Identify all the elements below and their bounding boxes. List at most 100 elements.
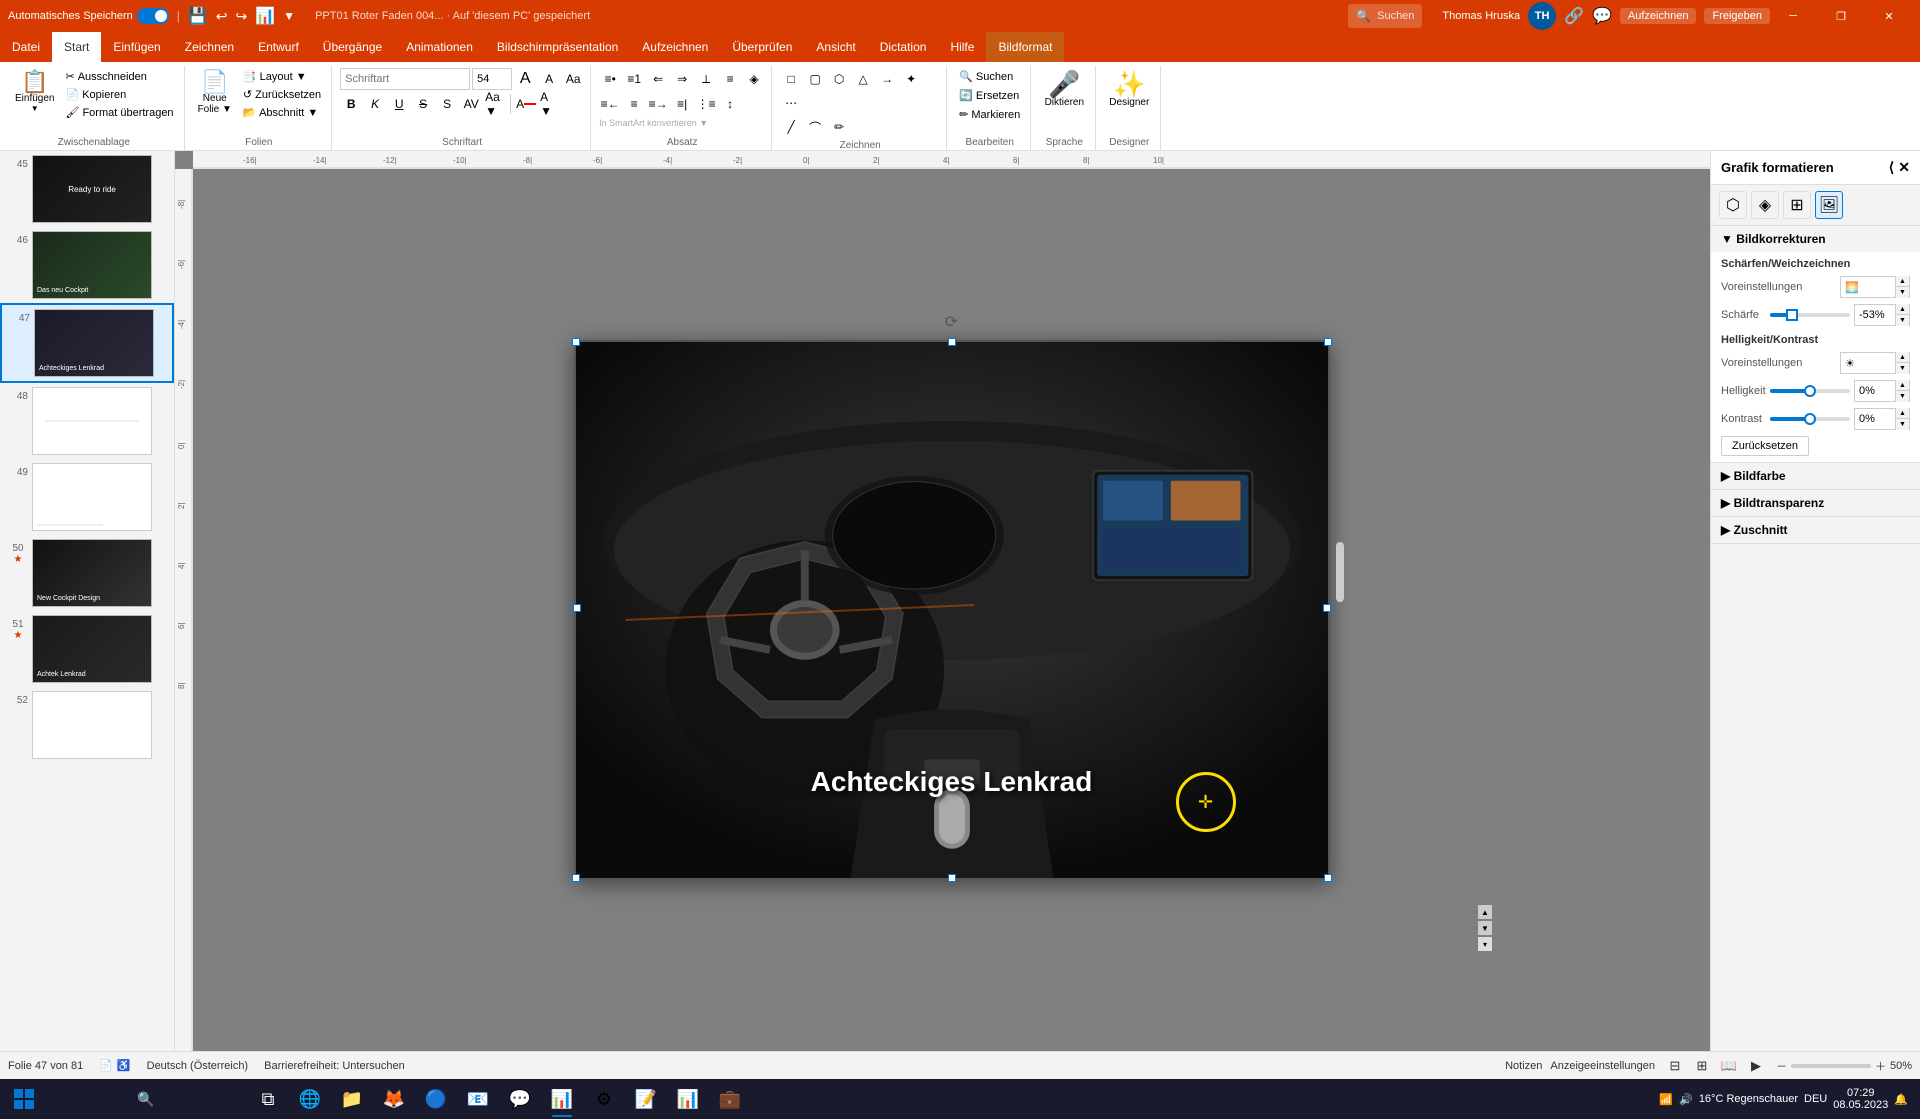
zuruecksetzen-button[interactable]: ↺ Zurücksetzen (239, 86, 325, 103)
suchen-button[interactable]: 🔍 Suchen (955, 68, 1017, 85)
kontrast-arrows[interactable]: ▲ ▼ (1895, 408, 1909, 430)
ersetzen-button[interactable]: 🔄 Ersetzen (955, 87, 1023, 104)
font-size-increase[interactable]: A (514, 68, 536, 90)
redo-icon[interactable]: ↪ (236, 8, 248, 25)
zoom-plus-btn[interactable]: ＋ (1875, 1058, 1886, 1074)
handle-top-mid[interactable] (948, 338, 956, 346)
tab-uebergaenge[interactable]: Übergänge (311, 32, 394, 62)
slide-item-50[interactable]: 50★ New Cockpit Design (0, 535, 174, 611)
taskbar-clock[interactable]: 07:29 08.05.2023 (1833, 1087, 1888, 1111)
undo-icon[interactable]: ↩ (216, 8, 228, 25)
line-spacing-button[interactable]: ↕ (719, 93, 741, 115)
normal-view-btn[interactable]: ⊟ (1663, 1054, 1687, 1078)
tab-ansicht[interactable]: Ansicht (804, 32, 867, 62)
indent-increase-button[interactable]: ⇒ (671, 68, 693, 90)
taskbar-edge[interactable]: 🌐 (290, 1079, 330, 1119)
quick-access-more[interactable]: ▼ (283, 9, 295, 23)
taskbar-chrome[interactable]: 🔵 (416, 1079, 456, 1119)
format-uebertragen-button[interactable]: 🖌 Format übertragen (61, 104, 177, 121)
restore-button[interactable]: ❐ (1818, 0, 1864, 32)
reading-view-btn[interactable]: 📖 (1717, 1054, 1741, 1078)
comments-icon[interactable]: 💬 (1592, 6, 1612, 26)
char-spacing-button[interactable]: AV (460, 93, 482, 115)
taskbar-explorer[interactable]: 📁 (332, 1079, 372, 1119)
panel-collapse-btn[interactable]: ⟨ (1889, 159, 1894, 176)
reset-button[interactable]: Zurücksetzen (1721, 436, 1809, 456)
notes-btn[interactable]: Notizen (1505, 1060, 1542, 1072)
star-shape[interactable]: ✦ (900, 68, 922, 90)
handle-left-mid[interactable] (573, 604, 581, 612)
share-icon[interactable]: 🔗 (1564, 6, 1584, 26)
cylinder-shape[interactable]: ⬡ (828, 68, 850, 90)
panel-icon-effects[interactable]: ◈ (1751, 191, 1779, 219)
ausschneiden-button[interactable]: ✂ Ausschneiden (61, 68, 177, 85)
panel-icon-shape[interactable]: ⬡ (1719, 191, 1747, 219)
taskbar-app-9[interactable]: ⚙ (584, 1079, 624, 1119)
text-align-button[interactable]: ≡ (719, 68, 741, 90)
schaerfe-thumb[interactable] (1786, 309, 1798, 321)
draw-arc[interactable]: ⌒ (804, 116, 826, 138)
font-name-input[interactable] (340, 68, 470, 90)
kontrast-down[interactable]: ▼ (1895, 419, 1909, 430)
smartart-button[interactable]: ◈ (743, 68, 765, 90)
zoom-minus-btn[interactable]: － (1776, 1058, 1787, 1074)
slide-item-52[interactable]: 52 (0, 687, 174, 763)
taskbar-app-10[interactable]: 📝 (626, 1079, 666, 1119)
taskbar-outlook[interactable]: 📧 (458, 1079, 498, 1119)
schaerfe-down[interactable]: ▼ (1895, 315, 1909, 326)
align-center-button[interactable]: ≡ (623, 93, 645, 115)
slide-item-48[interactable]: 48 (0, 383, 174, 459)
tab-dictation[interactable]: Dictation (868, 32, 939, 62)
draw-freeform[interactable]: ✏ (828, 116, 850, 138)
col-button[interactable]: ⋮≡ (695, 93, 717, 115)
panel-icon-layout[interactable]: ⊞ (1783, 191, 1811, 219)
einfuegen-button[interactable]: 📋 Einfügen ▼ (10, 68, 59, 116)
font-size-input[interactable] (472, 68, 512, 90)
sound-icon[interactable]: 🔊 (1679, 1093, 1693, 1106)
tab-start[interactable]: Start (52, 32, 101, 62)
triangle-shape[interactable]: △ (852, 68, 874, 90)
bildfarbe-header[interactable]: ▶ Bildfarbe (1711, 463, 1920, 489)
more-shapes[interactable]: ⋯ (780, 92, 802, 114)
kopieren-button[interactable]: 📄 Kopieren (61, 86, 177, 103)
tab-hilfe[interactable]: Hilfe (938, 32, 986, 62)
underline-button[interactable]: U (388, 93, 410, 115)
user-avatar[interactable]: TH (1528, 2, 1556, 30)
handle-bottom-right[interactable] (1324, 874, 1332, 882)
shadow-button[interactable]: S (436, 93, 458, 115)
helligkeit-value-box[interactable]: 0% ▲ ▼ (1854, 380, 1910, 402)
draw-line[interactable]: ╱ (780, 116, 802, 138)
scroll-up-btn[interactable]: ▲ (1478, 905, 1492, 919)
dropdown-arrows-1[interactable]: ▲ ▼ (1895, 276, 1909, 298)
designer-button[interactable]: ✨ Designer (1104, 68, 1154, 111)
kontrast-thumb[interactable] (1804, 413, 1816, 425)
present-view-btn[interactable]: ▶ (1744, 1054, 1768, 1078)
arrow-shape[interactable]: → (876, 68, 898, 90)
handle-top-left[interactable] (572, 338, 580, 346)
taskbar-task-view[interactable]: ⧉ (248, 1079, 288, 1119)
display-settings-btn[interactable]: Anzeigeeinstellungen (1550, 1060, 1655, 1072)
search-box[interactable]: 🔍 Suchen (1348, 4, 1422, 28)
taskbar-teams[interactable]: 💬 (500, 1079, 540, 1119)
scroll-extra-btn[interactable]: ▾ (1478, 937, 1492, 951)
rounded-rect-shape[interactable]: ▢ (804, 68, 826, 90)
italic-button[interactable]: K (364, 93, 386, 115)
highlight-button[interactable]: A ▼ (539, 93, 561, 115)
arrow-up-1[interactable]: ▲ (1895, 276, 1909, 287)
kontrast-value-box[interactable]: 0% ▲ ▼ (1854, 408, 1910, 430)
handle-bottom-mid[interactable] (948, 874, 956, 882)
save-icon[interactable]: 💾 (188, 6, 208, 26)
network-icon[interactable]: 📶 (1659, 1093, 1673, 1106)
neue-folie-button[interactable]: 📄 Neue Folie ▼ (193, 68, 237, 118)
slide-item-51[interactable]: 51★ Achtek Lenkrad (0, 611, 174, 687)
font-size-decrease[interactable]: A (538, 68, 560, 90)
slide-item-46[interactable]: 46 Das neu Cockpit (0, 227, 174, 303)
dropdown-arrows-2[interactable]: ▲ ▼ (1895, 352, 1909, 374)
voreinstellungen-dropdown-2[interactable]: ☀ ▲ ▼ (1840, 352, 1910, 374)
handle-bottom-left[interactable] (572, 874, 580, 882)
font-clear[interactable]: Aa (562, 68, 584, 90)
tab-ueberpruefen[interactable]: Überprüfen (720, 32, 804, 62)
helligkeit-arrows[interactable]: ▲ ▼ (1895, 380, 1909, 402)
panel-icon-image[interactable]: 🖼 (1815, 191, 1843, 219)
helligkeit-up[interactable]: ▲ (1895, 380, 1909, 391)
